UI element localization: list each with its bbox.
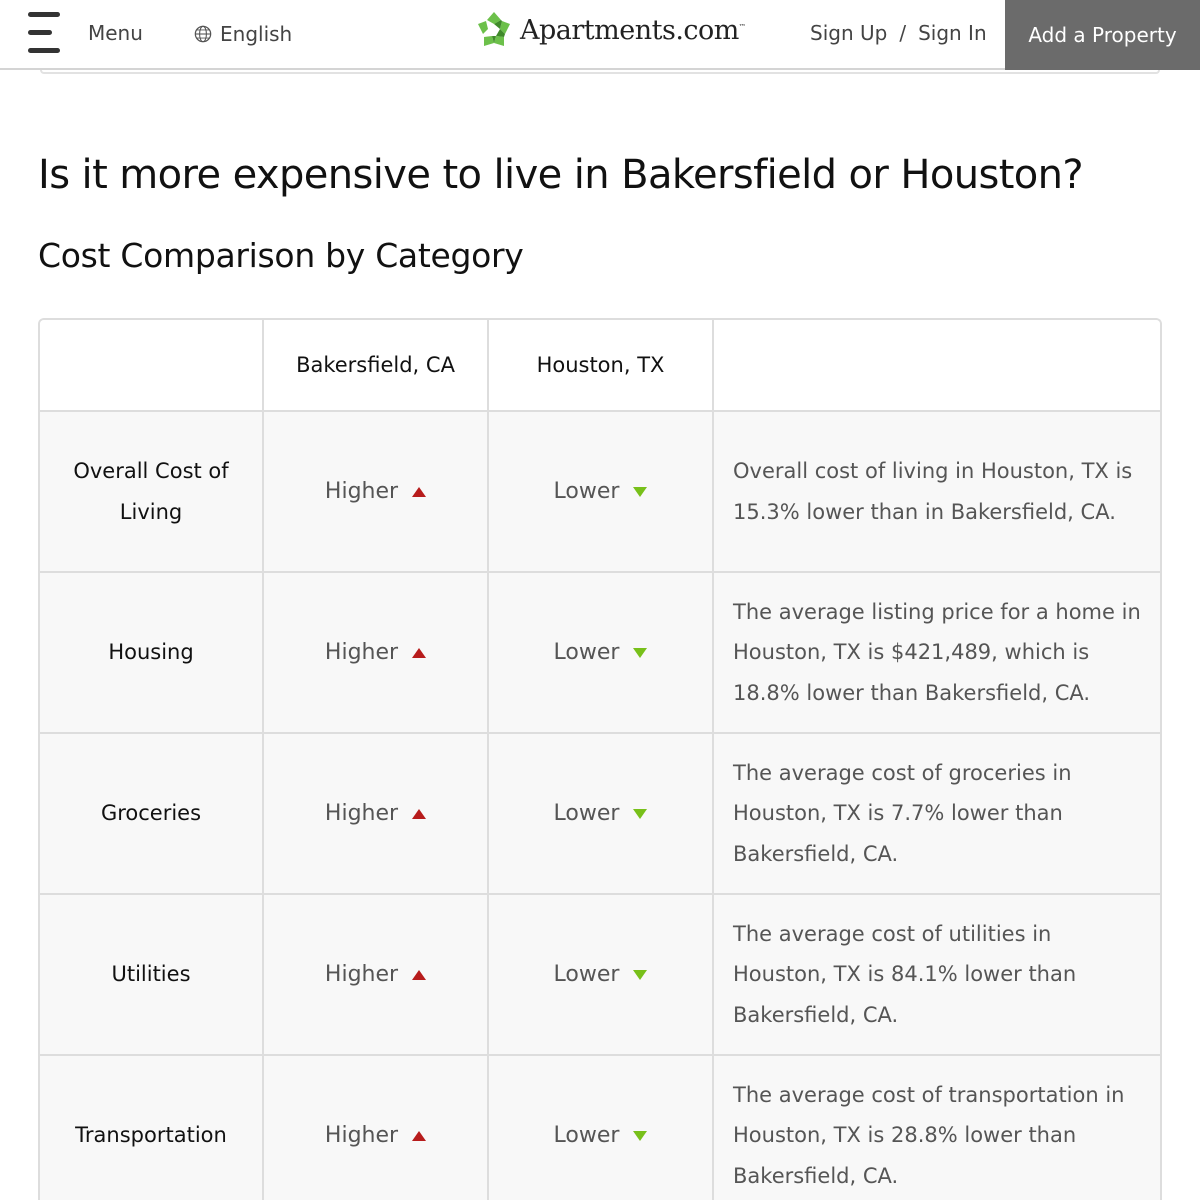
page-title: Is it more expensive to live in Bakersfi…: [38, 152, 1084, 198]
language-selector[interactable]: English: [194, 22, 292, 46]
triangle-down-icon: [633, 808, 648, 819]
triangle-up-icon: [412, 486, 427, 497]
triangle-up-icon: [412, 1130, 427, 1141]
bakersfield-level: Higher: [325, 479, 427, 504]
table-row: Utilities Higher Lower The average cost …: [40, 895, 1160, 1056]
table-row: Housing Higher Lower The average listing…: [40, 573, 1160, 734]
category-label: Overall Cost of Living: [73, 458, 229, 524]
menu-label[interactable]: Menu: [88, 21, 143, 45]
logo-text: Apartments.com™: [520, 14, 746, 46]
sign-up-link[interactable]: Sign Up: [810, 21, 887, 45]
language-label: English: [220, 22, 293, 46]
houston-level: Lower: [554, 479, 648, 504]
auth-separator: /: [899, 21, 907, 45]
table-row: Overall Cost of Living Higher Lower Over…: [40, 412, 1160, 573]
header-cell-description: [714, 320, 1160, 410]
category-label: Utilities: [111, 962, 191, 986]
comparison-description: The average cost of utilities in Houston…: [733, 921, 1077, 1027]
comparison-description: Overall cost of living in Houston, TX is…: [733, 459, 1133, 524]
sign-in-link[interactable]: Sign In: [918, 21, 987, 45]
header-cell-bakersfield: Bakersfield, CA: [264, 320, 489, 410]
comparison-description: The average cost of groceries in Houston…: [733, 760, 1072, 866]
bakersfield-level: Higher: [325, 962, 427, 987]
cost-comparison-table: Bakersfield, CA Houston, TX Overall Cost…: [38, 318, 1162, 1200]
add-property-button[interactable]: Add a Property: [1005, 0, 1200, 70]
site-logo[interactable]: Apartments.com™: [474, 10, 746, 50]
table-row: Transportation Higher Lower The average …: [40, 1056, 1160, 1200]
category-label: Transportation: [75, 1123, 227, 1147]
triangle-down-icon: [633, 486, 648, 497]
triangle-up-icon: [412, 969, 427, 980]
triangle-down-icon: [633, 969, 648, 980]
comparison-description: The average listing price for a home in …: [733, 599, 1141, 705]
section-title: Cost Comparison by Category: [38, 236, 524, 275]
comparison-description: The average cost of transportation in Ho…: [733, 1082, 1125, 1188]
houston-level: Lower: [554, 1123, 648, 1148]
bakersfield-level: Higher: [325, 640, 427, 665]
triangle-up-icon: [412, 647, 427, 658]
hamburger-icon[interactable]: [28, 12, 62, 56]
triangle-up-icon: [412, 808, 427, 819]
globe-icon: [194, 25, 212, 43]
triangle-down-icon: [633, 647, 648, 658]
triangle-down-icon: [633, 1130, 648, 1141]
houston-level: Lower: [554, 962, 648, 987]
header-divider: [40, 70, 1160, 74]
bakersfield-level: Higher: [325, 801, 427, 826]
table-header-row: Bakersfield, CA Houston, TX: [40, 320, 1160, 412]
site-header: Menu English Apartments.com™ Sign Up / S…: [0, 0, 1200, 70]
houston-level: Lower: [554, 801, 648, 826]
apartments-logo-icon: [478, 12, 510, 46]
houston-level: Lower: [554, 640, 648, 665]
category-label: Housing: [108, 640, 194, 664]
auth-links: Sign Up / Sign In: [810, 21, 987, 45]
header-cell-houston: Houston, TX: [489, 320, 714, 410]
table-row: Groceries Higher Lower The average cost …: [40, 734, 1160, 895]
bakersfield-level: Higher: [325, 1123, 427, 1148]
category-label: Groceries: [100, 801, 202, 825]
header-cell-empty: [40, 320, 264, 410]
